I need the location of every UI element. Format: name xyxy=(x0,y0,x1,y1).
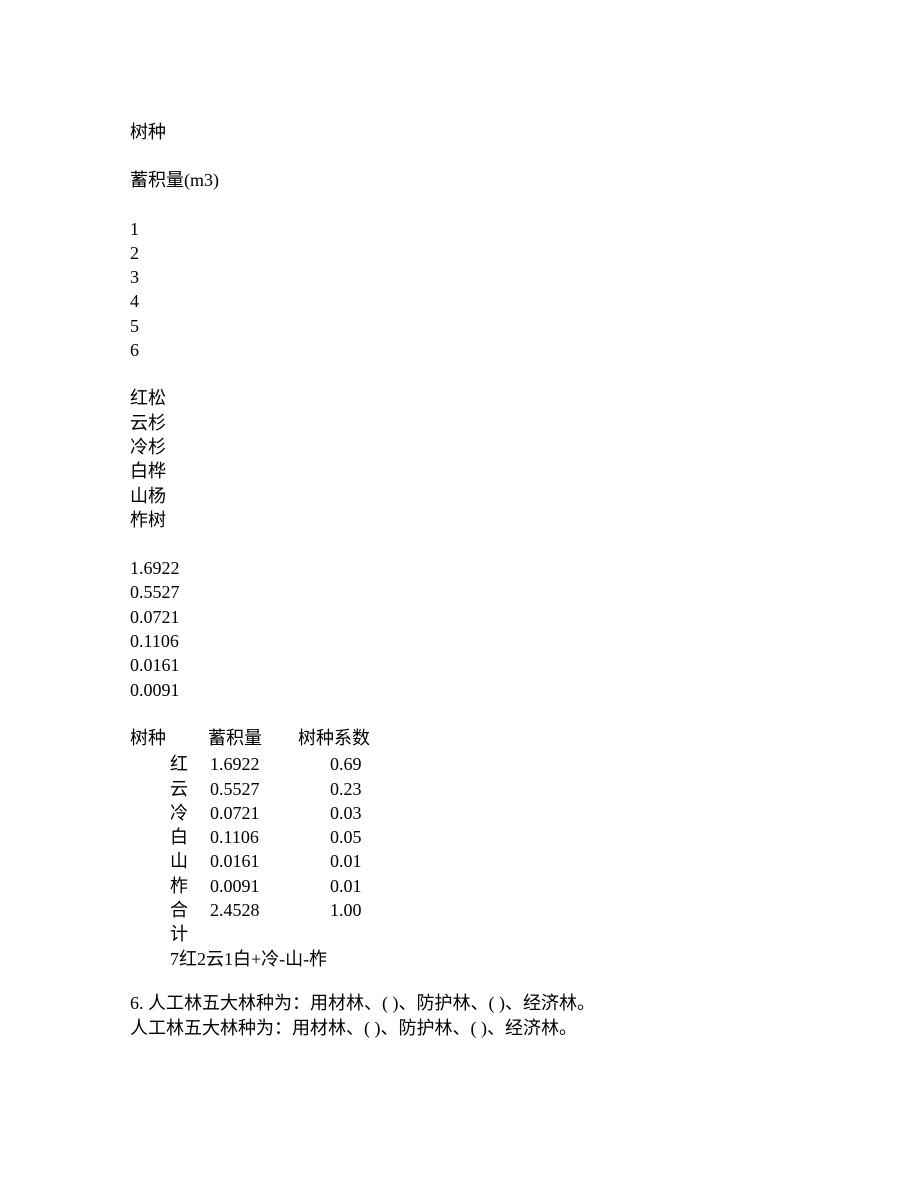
cell-volume: 1.6922 xyxy=(190,752,300,776)
list-item: 1.6922 xyxy=(130,556,790,580)
cell-species: 山 xyxy=(130,849,190,873)
composition-formula: 7红2云1白+冷-山-柞 xyxy=(130,947,790,971)
cell-species: 白 xyxy=(130,825,190,849)
list-item: 山杨 xyxy=(130,484,790,508)
cell-volume: 0.1106 xyxy=(190,825,300,849)
question-line: 人工林五大林种为：用材林、( )、防护林、( )、经济林。 xyxy=(130,1016,790,1041)
list-item: 0.0721 xyxy=(130,605,790,629)
list-item: 5 xyxy=(130,314,790,338)
cell-volume: 0.0721 xyxy=(190,801,300,825)
table-row-total: 合计 2.4528 1.00 xyxy=(130,898,790,947)
cell-coefficient: 0.23 xyxy=(300,777,400,801)
table-row: 云 0.5527 0.23 xyxy=(130,777,790,801)
volume-list: 1.6922 0.5527 0.0721 0.1106 0.0161 0.009… xyxy=(130,556,790,702)
list-item: 0.1106 xyxy=(130,629,790,653)
table-row: 柞 0.0091 0.01 xyxy=(130,874,790,898)
volume-header: 蓄积量(m3) xyxy=(130,168,790,192)
cell-species: 柞 xyxy=(130,874,190,898)
list-item: 2 xyxy=(130,241,790,265)
cell-volume: 0.0161 xyxy=(190,849,300,873)
cell-species: 云 xyxy=(130,777,190,801)
table-row: 白 0.1106 0.05 xyxy=(130,825,790,849)
list-item: 0.0161 xyxy=(130,653,790,677)
list-item: 1 xyxy=(130,217,790,241)
cell-coefficient: 0.01 xyxy=(300,849,400,873)
list-item: 柞树 xyxy=(130,508,790,532)
cell-coefficient: 0.03 xyxy=(300,801,400,825)
coefficient-table: 树种 蓄积量 树种系数 红 1.6922 0.69 云 0.5527 0.23 … xyxy=(130,726,790,971)
cell-species: 红 xyxy=(130,752,190,776)
cell-volume: 0.0091 xyxy=(190,874,300,898)
table-header: 树种 蓄积量 树种系数 xyxy=(130,726,790,750)
th-species: 树种 xyxy=(130,726,190,750)
th-volume: 蓄积量 xyxy=(190,726,280,750)
list-item: 0.5527 xyxy=(130,580,790,604)
table-row: 冷 0.0721 0.03 xyxy=(130,801,790,825)
list-item: 白桦 xyxy=(130,459,790,483)
th-coefficient: 树种系数 xyxy=(280,726,380,750)
list-item: 云杉 xyxy=(130,411,790,435)
cell-coefficient: 0.01 xyxy=(300,874,400,898)
list-item: 0.0091 xyxy=(130,678,790,702)
cell-coefficient: 0.69 xyxy=(300,752,400,776)
number-list: 1 2 3 4 5 6 xyxy=(130,217,790,363)
cell-coefficient: 1.00 xyxy=(300,898,400,947)
list-item: 红松 xyxy=(130,386,790,410)
cell-species: 合计 xyxy=(130,898,190,947)
list-item: 4 xyxy=(130,289,790,313)
cell-volume: 0.5527 xyxy=(190,777,300,801)
question-6: 6. 人工林五大林种为：用材林、( )、防护林、( )、经济林。 人工林五大林种… xyxy=(130,991,790,1041)
list-item: 3 xyxy=(130,265,790,289)
question-line: 6. 人工林五大林种为：用材林、( )、防护林、( )、经济林。 xyxy=(130,991,790,1016)
list-item: 6 xyxy=(130,338,790,362)
species-header: 树种 xyxy=(130,120,790,144)
cell-species: 冷 xyxy=(130,801,190,825)
species-list: 红松 云杉 冷杉 白桦 山杨 柞树 xyxy=(130,386,790,532)
list-item: 冷杉 xyxy=(130,435,790,459)
table-row: 红 1.6922 0.69 xyxy=(130,752,790,776)
cell-volume: 2.4528 xyxy=(190,898,300,947)
table-row: 山 0.0161 0.01 xyxy=(130,849,790,873)
cell-coefficient: 0.05 xyxy=(300,825,400,849)
